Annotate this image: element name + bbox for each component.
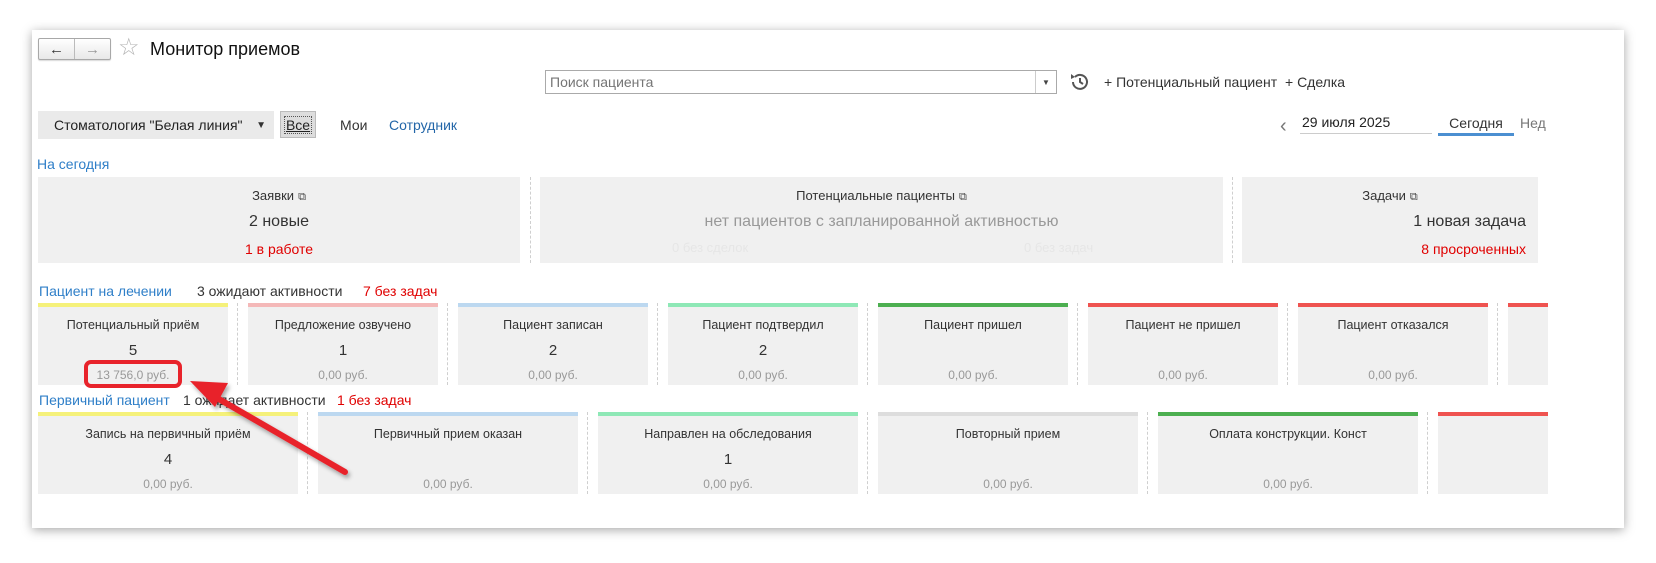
monitor-window: ← → ☆ Монитор приемов ▼ + Потенциальный … — [32, 30, 1624, 528]
annotation-arrow-icon — [190, 381, 348, 475]
